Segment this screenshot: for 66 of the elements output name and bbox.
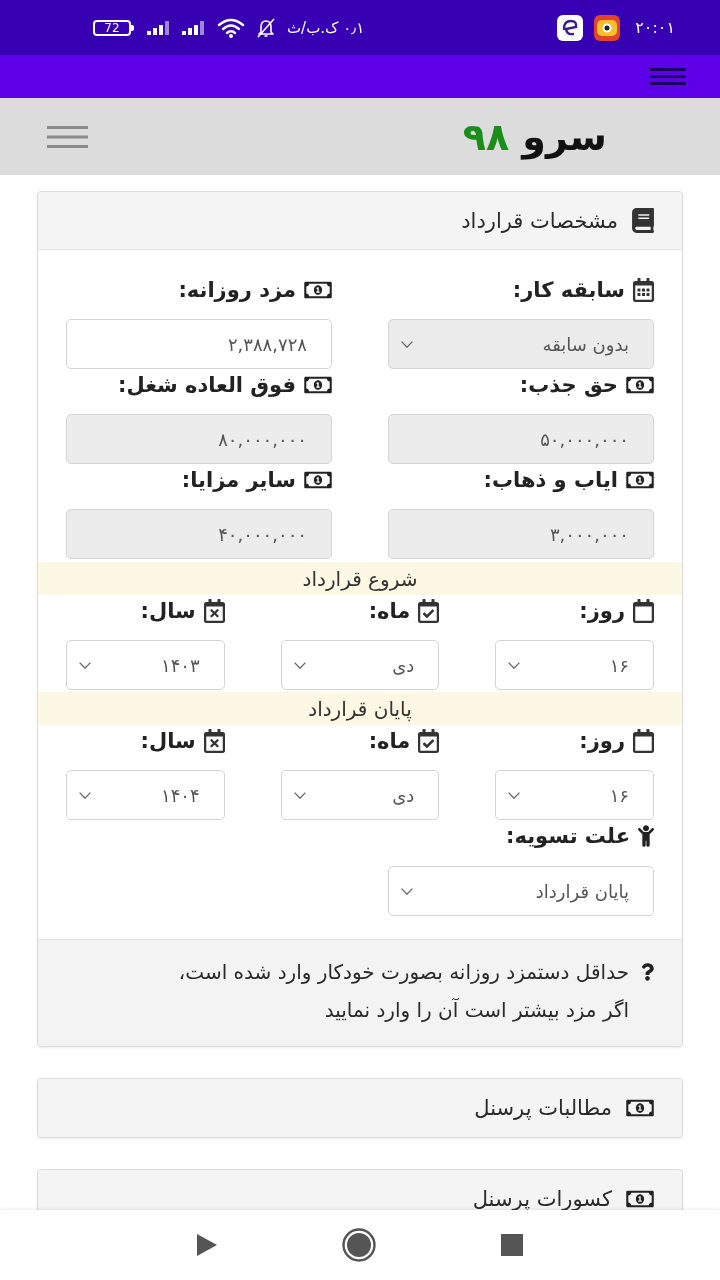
dropdown[interactable]: ۱۴۰۳ bbox=[66, 640, 225, 690]
field-label: روز: bbox=[579, 599, 625, 623]
card-title: مشخصات قرارداد bbox=[461, 208, 618, 233]
chevron-down-icon bbox=[508, 791, 521, 799]
banknote-icon bbox=[626, 469, 654, 491]
banknote-icon bbox=[626, 1097, 654, 1119]
child-icon bbox=[638, 825, 654, 847]
dropdown[interactable]: پایان قرارداد bbox=[388, 866, 654, 916]
field-label: روز: bbox=[579, 729, 625, 753]
field-label: مزد روزانه: bbox=[178, 278, 296, 302]
chevron-down-icon bbox=[293, 661, 306, 669]
calendar-x-icon bbox=[203, 599, 225, 623]
field-label: سال: bbox=[140, 599, 196, 623]
calendar-icon bbox=[633, 278, 654, 302]
bell-off-icon bbox=[256, 17, 276, 38]
signal-icon bbox=[182, 20, 206, 35]
signal-icon bbox=[147, 20, 171, 35]
note-text: حداقل دستمزد روزانه بصورت خودکار وارد شده است، اگر مزد بیشتر است آن را وارد نمایید bbox=[177, 959, 629, 1024]
dropdown[interactable]: ۱۴۰۴ bbox=[66, 770, 225, 820]
dropdown[interactable]: دی bbox=[280, 640, 440, 690]
field-label: فوق العاده شغل: bbox=[118, 373, 296, 397]
chevron-down-icon bbox=[401, 340, 413, 348]
battery-indicator: 72 bbox=[93, 19, 131, 36]
book-icon bbox=[632, 208, 654, 233]
network-speed: ۰٫۱ ک.ب/ث bbox=[287, 18, 365, 37]
card-header[interactable]: مشخصات قرارداد bbox=[38, 192, 682, 250]
dropdown[interactable]: ۱۶ bbox=[495, 640, 654, 690]
dropdown[interactable]: ۱۶ bbox=[495, 770, 654, 820]
calendar-check-icon bbox=[418, 729, 440, 753]
field-label: حق جذب: bbox=[519, 373, 618, 397]
chevron-down-icon bbox=[401, 887, 413, 895]
field-label: علت تسویه: bbox=[506, 824, 630, 848]
chevron-down-icon bbox=[79, 661, 91, 669]
chevron-down-icon bbox=[508, 661, 521, 669]
status-time: ۲۰:۰۱ bbox=[635, 18, 675, 37]
input-field[interactable]: ۲,۳۸۸,۷۲۸ bbox=[66, 319, 332, 369]
home-icon[interactable] bbox=[342, 1228, 376, 1262]
calendar-x-icon bbox=[203, 729, 225, 753]
collapsed-card[interactable]: مطالبات پرسنل bbox=[37, 1078, 683, 1138]
calendar-icon bbox=[633, 729, 654, 753]
section-title: پایان قرارداد bbox=[308, 696, 412, 721]
app-icon bbox=[594, 14, 621, 41]
question-icon bbox=[641, 963, 654, 981]
field-label: سال: bbox=[140, 729, 196, 753]
calendar-icon bbox=[633, 599, 654, 623]
wifi-icon bbox=[217, 17, 245, 38]
field-label: ایاب و ذهاب: bbox=[483, 468, 618, 492]
banknote-icon bbox=[304, 374, 332, 396]
dropdown[interactable]: دی bbox=[280, 770, 440, 820]
app-icon bbox=[557, 14, 584, 41]
chevron-down-icon bbox=[79, 791, 91, 799]
banknote-icon bbox=[626, 374, 654, 396]
calendar-check-icon bbox=[418, 599, 440, 623]
banknote-icon bbox=[626, 1188, 654, 1210]
card-title: مطالبات پرسنل bbox=[474, 1096, 612, 1120]
banknote-icon bbox=[304, 279, 332, 301]
banknote-icon bbox=[304, 469, 332, 491]
field-label: سابقه کار: bbox=[512, 278, 625, 302]
back-icon[interactable] bbox=[197, 1234, 217, 1256]
field-label: سایر مزایا: bbox=[181, 468, 296, 492]
section-title: شروع قرارداد bbox=[302, 566, 418, 591]
menu-icon[interactable] bbox=[47, 125, 88, 148]
menu-icon[interactable] bbox=[650, 68, 686, 85]
field-label: ماه: bbox=[368, 729, 411, 753]
field-label: ماه: bbox=[368, 599, 411, 623]
chevron-down-icon bbox=[293, 791, 306, 799]
